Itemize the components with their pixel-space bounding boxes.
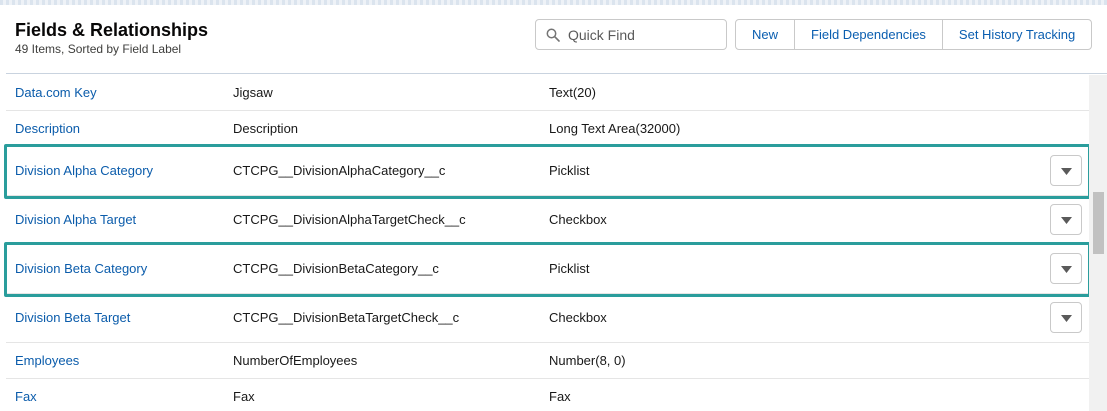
set-history-tracking-button[interactable]: Set History Tracking: [943, 20, 1091, 49]
field-data-type: Picklist: [549, 261, 590, 276]
table-row: Description Description Long Text Area(3…: [6, 111, 1089, 147]
new-button[interactable]: New: [736, 20, 796, 49]
chevron-down-icon: [1061, 168, 1072, 175]
row-actions-button[interactable]: [1050, 302, 1082, 333]
table-row: Division Alpha Category CTCPG__DivisionA…: [6, 147, 1089, 196]
field-label-link[interactable]: Division Beta Target: [15, 311, 130, 324]
field-api-name: Jigsaw: [233, 85, 273, 100]
field-api-name: CTCPG__DivisionBetaTargetCheck__c: [233, 310, 460, 325]
field-label-link[interactable]: Division Alpha Category: [15, 164, 153, 177]
field-data-type: Fax: [549, 389, 571, 404]
row-actions-button[interactable]: [1050, 204, 1082, 235]
field-api-name: NumberOfEmployees: [233, 353, 358, 368]
field-label-link[interactable]: Description: [15, 122, 80, 135]
item-count: 49 Items, Sorted by Field Label: [15, 42, 182, 56]
field-api-name: CTCPG__DivisionAlphaCategory__c: [233, 163, 446, 178]
table-row: Division Alpha Target CTCPG__DivisionAlp…: [6, 196, 1089, 245]
field-label-link[interactable]: Division Alpha Target: [15, 213, 136, 226]
field-api-name: Fax: [233, 389, 255, 404]
scrollbar-thumb[interactable]: [1093, 192, 1104, 254]
search-icon: [546, 28, 560, 42]
chevron-down-icon: [1061, 315, 1072, 322]
field-data-type: Checkbox: [549, 310, 607, 325]
header-button-group: New Field Dependencies Set History Track…: [735, 19, 1093, 50]
vertical-scrollbar[interactable]: [1089, 75, 1107, 411]
field-label-link[interactable]: Employees: [15, 354, 79, 367]
page-title: Fields & Relationships: [15, 20, 209, 40]
row-actions-button[interactable]: [1050, 155, 1082, 186]
table-row: Data.com Key Jigsaw Text(20): [6, 75, 1089, 111]
quick-find-placeholder: Quick Find: [568, 27, 635, 43]
table-row: Division Beta Category CTCPG__DivisionBe…: [6, 245, 1089, 294]
field-data-type: Picklist: [549, 163, 590, 178]
field-api-name: CTCPG__DivisionAlphaTargetCheck__c: [233, 212, 466, 227]
chevron-down-icon: [1061, 266, 1072, 273]
field-api-name: Description: [233, 121, 299, 136]
field-dependencies-button[interactable]: Field Dependencies: [795, 20, 943, 49]
field-label-link[interactable]: Fax: [15, 390, 37, 403]
quick-find-input[interactable]: Quick Find: [535, 19, 727, 50]
table-row: Employees NumberOfEmployees Number(8, 0): [6, 343, 1089, 379]
field-label-link[interactable]: Data.com Key: [15, 86, 97, 99]
field-data-type: Checkbox: [549, 212, 607, 227]
field-api-name: CTCPG__DivisionBetaCategory__c: [233, 261, 439, 276]
chevron-down-icon: [1061, 217, 1072, 224]
field-data-type: Text(20): [549, 85, 596, 100]
field-data-type: Long Text Area(32000): [549, 121, 681, 136]
table-row: Division Beta Target CTCPG__DivisionBeta…: [6, 294, 1089, 343]
table-row: Fax Fax Fax: [6, 379, 1089, 411]
list-header: Fields & Relationships 49 Items, Sorted …: [6, 5, 1107, 74]
field-data-type: Number(8, 0): [549, 353, 626, 368]
field-label-link[interactable]: Division Beta Category: [15, 262, 147, 275]
row-actions-button[interactable]: [1050, 253, 1082, 284]
